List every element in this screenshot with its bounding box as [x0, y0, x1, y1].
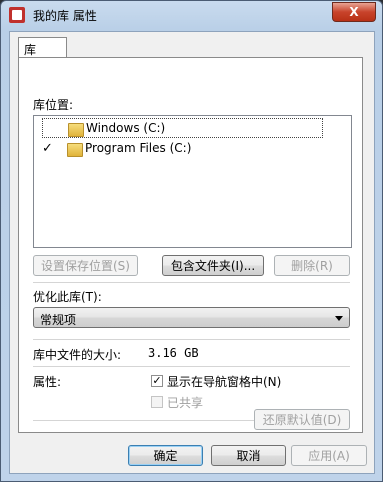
divider: [33, 339, 350, 340]
cancel-button[interactable]: 取消: [211, 445, 286, 466]
library-locations-list[interactable]: Windows (C:) ✓ Program Files (C:): [33, 115, 352, 248]
tab-panel: 库位置: Windows (C:) ✓ Program Files (C:) 设…: [18, 57, 363, 433]
size-label: 库中文件的大小:: [33, 348, 122, 362]
shared-checkbox[interactable]: [151, 396, 163, 408]
location-name: Windows (C:): [86, 121, 166, 135]
optimize-label: 优化此库(T):: [33, 290, 102, 304]
properties-window: 我的库 属性 X 库 库位置: Windows (C:) ✓ Program F…: [0, 0, 383, 482]
close-button[interactable]: X: [332, 2, 376, 22]
divider: [33, 282, 350, 283]
divider: [33, 366, 350, 367]
dialog-client: 库 库位置: Windows (C:) ✓ Program Files (C:)…: [9, 31, 375, 474]
optimize-selected-value: 常规项: [40, 313, 77, 327]
ok-button[interactable]: 确定: [128, 445, 203, 466]
remove-button[interactable]: 删除(R): [274, 255, 350, 276]
show-in-nav-label: 显示在导航窗格中(N): [167, 375, 282, 389]
restore-defaults-button[interactable]: 还原默认值(D): [254, 409, 350, 430]
library-icon: [9, 7, 25, 23]
close-icon: X: [349, 5, 359, 19]
locations-label: 库位置:: [33, 98, 74, 112]
window-title: 我的库 属性: [33, 9, 97, 23]
tab-library[interactable]: 库: [18, 37, 67, 58]
folder-icon: [68, 123, 84, 137]
shared-label: 已共享: [167, 396, 204, 410]
list-item[interactable]: ✓ Program Files (C:): [34, 139, 349, 159]
include-folder-button[interactable]: 包含文件夹(I)...: [162, 255, 264, 276]
attributes-label: 属性:: [33, 375, 62, 389]
apply-button[interactable]: 应用(A): [291, 445, 367, 466]
size-value: 3.16 GB: [148, 346, 199, 360]
title-bar[interactable]: 我的库 属性 X: [1, 1, 382, 29]
list-item[interactable]: Windows (C:): [42, 118, 323, 138]
show-in-nav-checkbox[interactable]: ✓: [151, 375, 163, 387]
set-save-location-button[interactable]: 设置保存位置(S): [33, 255, 138, 276]
location-name: Program Files (C:): [85, 141, 192, 155]
folder-icon: [67, 143, 83, 157]
optimize-select[interactable]: 常规项: [33, 307, 350, 328]
chevron-down-icon: [335, 316, 343, 321]
checkmark-icon: ✓: [42, 141, 53, 156]
